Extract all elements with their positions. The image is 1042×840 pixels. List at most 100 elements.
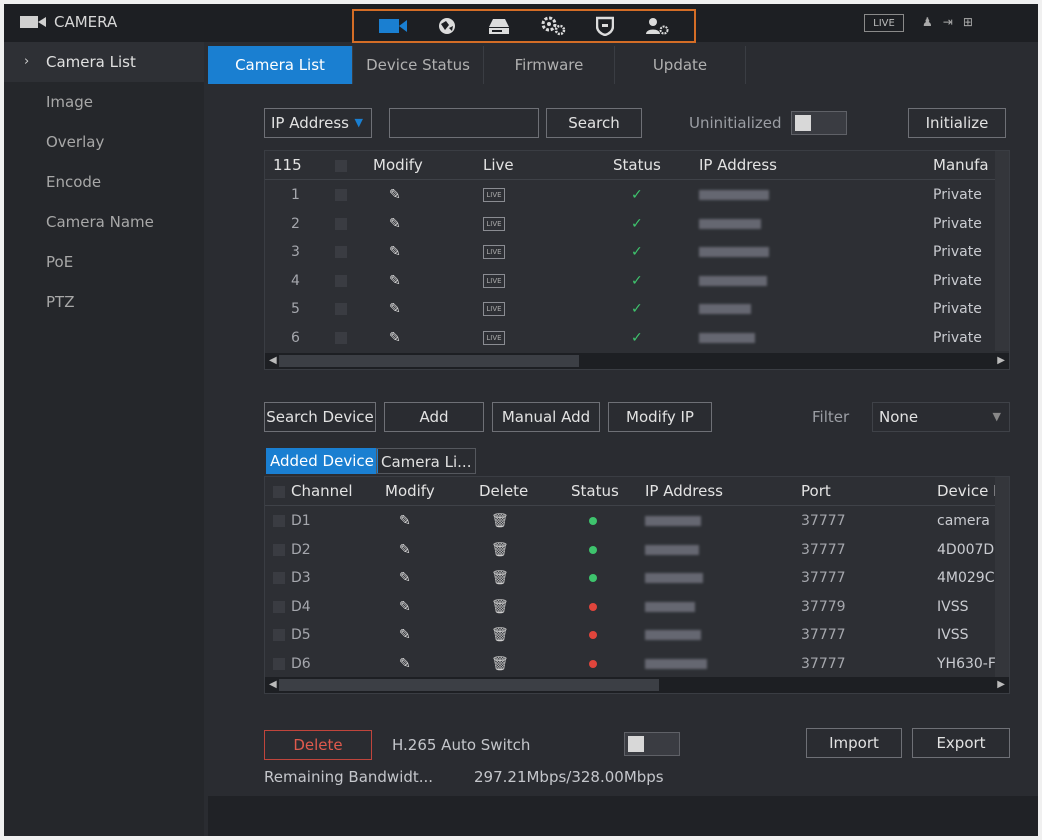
scroll-right-icon[interactable]: ▶: [997, 353, 1005, 369]
sidebar-item-overlay[interactable]: Overlay: [4, 122, 204, 162]
scroll-left-icon[interactable]: ◀: [269, 677, 277, 693]
device-name: IVSS: [937, 627, 969, 643]
trash-icon[interactable]: 🗑: [491, 507, 509, 535]
table-row[interactable]: D2 ✎ 🗑 37777 4D007D: [265, 536, 1009, 564]
logout-icon[interactable]: ⇥: [943, 15, 963, 29]
trash-icon[interactable]: 🗑: [491, 621, 509, 649]
tab-update[interactable]: Update: [615, 46, 746, 84]
subtab-camera-list[interactable]: Camera Li...: [376, 448, 477, 474]
live-preview-icon[interactable]: LIVE: [483, 324, 505, 352]
status-dot: [589, 650, 597, 678]
vertical-scrollbar[interactable]: [995, 477, 1009, 677]
security-shield-icon[interactable]: [596, 16, 615, 36]
export-button[interactable]: Export: [912, 728, 1010, 758]
h265-auto-switch-toggle[interactable]: [624, 732, 680, 756]
row-checkbox[interactable]: [273, 650, 285, 678]
edit-icon[interactable]: ✎: [389, 295, 401, 323]
sidebar-item-camera-name[interactable]: Camera Name: [4, 202, 204, 242]
delete-button[interactable]: Delete: [264, 730, 372, 760]
horizontal-scrollbar[interactable]: ◀ ▶: [265, 677, 1009, 693]
trash-icon[interactable]: 🗑: [491, 536, 509, 564]
grid-icon[interactable]: ⊞: [963, 15, 983, 29]
table-row[interactable]: D1 ✎ 🗑 37777 camera: [265, 507, 1009, 535]
system-settings-icon[interactable]: [540, 16, 566, 36]
network-icon[interactable]: [437, 16, 457, 36]
uninitialized-toggle[interactable]: [791, 111, 847, 135]
table-row[interactable]: 6 ✎ LIVE ✓ Private: [265, 324, 1009, 352]
sidebar-item-ptz[interactable]: PTZ: [4, 282, 204, 322]
table-row[interactable]: D4 ✎ 🗑 37779 IVSS: [265, 593, 1009, 621]
live-preview-icon[interactable]: LIVE: [483, 267, 505, 295]
edit-icon[interactable]: ✎: [399, 536, 411, 564]
trash-icon[interactable]: 🗑: [491, 564, 509, 592]
sidebar-item-image[interactable]: Image: [4, 82, 204, 122]
edit-icon[interactable]: ✎: [389, 267, 401, 295]
vertical-scrollbar[interactable]: [995, 151, 1009, 351]
sidebar-item-camera-list[interactable]: › Camera List: [4, 42, 204, 82]
table-row[interactable]: D6 ✎ 🗑 37777 YH630-F: [265, 650, 1009, 678]
scroll-thumb[interactable]: [279, 679, 659, 691]
trash-icon[interactable]: 🗑: [491, 593, 509, 621]
edit-icon[interactable]: ✎: [399, 621, 411, 649]
table-row[interactable]: 2 ✎ LIVE ✓ Private: [265, 210, 1009, 238]
manual-add-button[interactable]: Manual Add: [492, 402, 600, 432]
row-checkbox[interactable]: [273, 564, 285, 592]
table-row[interactable]: D5 ✎ 🗑 37777 IVSS: [265, 621, 1009, 649]
row-checkbox[interactable]: [273, 507, 285, 535]
filter-select[interactable]: None ▼: [872, 402, 1010, 432]
search-button[interactable]: Search: [546, 108, 642, 138]
scroll-left-icon[interactable]: ◀: [269, 353, 277, 369]
account-icon[interactable]: [645, 16, 669, 36]
edit-icon[interactable]: ✎: [389, 210, 401, 238]
edit-icon[interactable]: ✎: [389, 238, 401, 266]
import-button[interactable]: Import: [806, 728, 902, 758]
row-checkbox[interactable]: [335, 324, 347, 352]
live-preview-icon[interactable]: LIVE: [483, 238, 505, 266]
storage-icon[interactable]: [488, 17, 510, 35]
select-all-checkbox[interactable]: [335, 151, 347, 179]
live-preview-icon[interactable]: LIVE: [483, 295, 505, 323]
row-checkbox[interactable]: [273, 536, 285, 564]
add-button[interactable]: Add: [384, 402, 484, 432]
tab-firmware[interactable]: Firmware: [484, 46, 615, 84]
scroll-thumb[interactable]: [279, 355, 579, 367]
edit-icon[interactable]: ✎: [389, 324, 401, 352]
sidebar-item-poe[interactable]: PoE: [4, 242, 204, 282]
edit-icon[interactable]: ✎: [399, 507, 411, 535]
horizontal-scrollbar[interactable]: ◀ ▶: [265, 353, 1009, 369]
user-icon[interactable]: ♟: [922, 15, 943, 29]
table-row[interactable]: D3 ✎ 🗑 37777 4M029C: [265, 564, 1009, 592]
row-checkbox[interactable]: [335, 238, 347, 266]
search-type-select[interactable]: IP Address ▼: [264, 108, 372, 138]
port: 37777: [801, 655, 846, 672]
modify-ip-button[interactable]: Modify IP: [608, 402, 712, 432]
row-checkbox[interactable]: [273, 593, 285, 621]
edit-icon[interactable]: ✎: [399, 650, 411, 678]
table-row[interactable]: 1 ✎ LIVE ✓ Private: [265, 181, 1009, 209]
search-device-button[interactable]: Search Device: [264, 402, 376, 432]
tab-camera-list[interactable]: Camera List: [208, 46, 353, 84]
initialize-button[interactable]: Initialize: [908, 108, 1006, 138]
camera-icon[interactable]: [379, 17, 408, 35]
live-preview-icon[interactable]: LIVE: [483, 181, 505, 209]
trash-icon[interactable]: 🗑: [491, 650, 509, 678]
row-checkbox[interactable]: [335, 181, 347, 209]
edit-icon[interactable]: ✎: [399, 593, 411, 621]
edit-icon[interactable]: ✎: [399, 564, 411, 592]
row-checkbox[interactable]: [335, 210, 347, 238]
table-row[interactable]: 5 ✎ LIVE ✓ Private: [265, 295, 1009, 323]
row-checkbox[interactable]: [335, 295, 347, 323]
subtab-added-device[interactable]: Added Device: [266, 448, 378, 474]
live-preview-icon[interactable]: LIVE: [483, 210, 505, 238]
table-row[interactable]: 3 ✎ LIVE ✓ Private: [265, 238, 1009, 266]
live-view-button[interactable]: LIVE: [864, 14, 904, 32]
row-checkbox[interactable]: [335, 267, 347, 295]
tab-device-status[interactable]: Device Status: [353, 46, 484, 84]
table-row[interactable]: 4 ✎ LIVE ✓ Private: [265, 267, 1009, 295]
select-all-checkbox[interactable]: [273, 477, 285, 505]
row-checkbox[interactable]: [273, 621, 285, 649]
search-input[interactable]: [389, 108, 539, 138]
scroll-right-icon[interactable]: ▶: [997, 677, 1005, 693]
edit-icon[interactable]: ✎: [389, 181, 401, 209]
sidebar-item-encode[interactable]: Encode: [4, 162, 204, 202]
